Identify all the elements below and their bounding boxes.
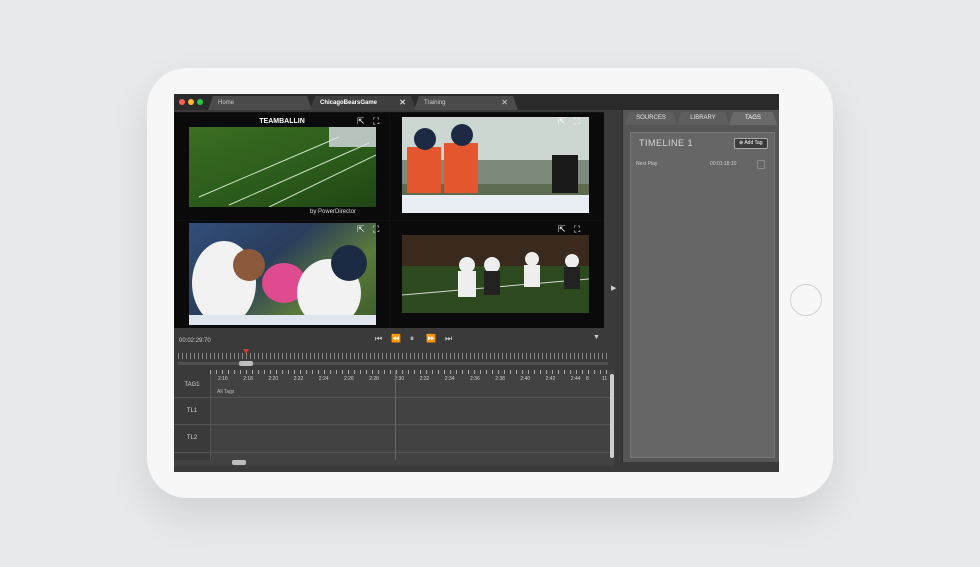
- popout-icon[interactable]: ⇱: [357, 224, 365, 235]
- minimize-window-icon[interactable]: [188, 99, 194, 105]
- tick-ruler: [210, 370, 608, 374]
- tick-label: 2:18: [243, 376, 253, 382]
- tick-label: 11: [602, 376, 608, 382]
- tick-label: 2:36: [470, 376, 480, 382]
- tag-name[interactable]: Next Play: [636, 161, 657, 167]
- video-cell-1[interactable]: TEAMBALLIN by PowerDirector ⇱ ⛶: [175, 113, 389, 220]
- players-graphic: [189, 241, 376, 325]
- tick-label: 2:28: [369, 376, 379, 382]
- popout-icon[interactable]: ⇱: [357, 116, 365, 127]
- zoom-handle[interactable]: [239, 361, 253, 366]
- tab-label: ChicagoBearsGame: [320, 100, 378, 106]
- tick-label: 8: [586, 376, 589, 382]
- timeline-title: TIMELINE 1: [639, 138, 694, 148]
- tick-label: 2:20: [268, 376, 279, 382]
- track-label-tag1: TAG1: [184, 382, 200, 388]
- tick-label: 2:26: [344, 376, 354, 382]
- video-frame: [402, 235, 589, 313]
- players-graphic: [402, 252, 589, 297]
- tab-label: Training: [424, 100, 446, 106]
- skip-forward-icon[interactable]: ⏭: [445, 334, 452, 344]
- tick-label: 2:22: [293, 376, 304, 382]
- credit-prefix: by: [310, 209, 317, 215]
- tick-label: 2:38: [495, 376, 505, 382]
- tick-label: 2:16: [218, 376, 228, 382]
- tick-label: 2:32: [419, 376, 430, 382]
- video-grid: TEAMBALLIN by PowerDirector ⇱ ⛶ ⇱ ⛶ ⇱ ⛶ …: [174, 112, 604, 328]
- video-cell-4[interactable]: ⇱ ⛶: [390, 221, 604, 328]
- fullscreen-icon[interactable]: ⛶: [574, 116, 580, 127]
- tick-label: 2:40: [520, 376, 531, 382]
- tab-home[interactable]: Home: [208, 96, 312, 110]
- popout-icon[interactable]: ⇱: [558, 224, 566, 235]
- timeline-hscroll-handle[interactable]: [232, 460, 246, 465]
- video-overlay-credit: by PowerDirector: [310, 209, 356, 215]
- title-bar: Home ChicagoBearsGame ✕ Training ✕: [174, 94, 779, 110]
- video-frame: [189, 223, 376, 325]
- tick-label: 2:42: [545, 376, 556, 382]
- timeline-tracks: TAG1 All Tags TL1 TL2 2:16 2:18 2:20 2:22 2:…: [174, 370, 614, 466]
- maximize-window-icon[interactable]: [197, 99, 203, 105]
- tag-time: 00:01:18:10: [710, 161, 737, 167]
- tab-tags[interactable]: TAGS: [729, 112, 777, 125]
- fast-forward-icon[interactable]: ⏩: [426, 334, 436, 343]
- row-divider: [174, 397, 610, 398]
- fullscreen-icon[interactable]: ⛶: [373, 224, 379, 235]
- skip-back-icon[interactable]: ⏮: [375, 334, 382, 344]
- add-tag-label: Add Tag: [744, 140, 763, 146]
- row-divider: [174, 452, 610, 453]
- credit-name: PowerDirector: [318, 209, 357, 215]
- panel-collapse-icon[interactable]: ▶: [611, 284, 616, 292]
- tab-label: Home: [218, 100, 235, 106]
- playhead-marker[interactable]: [243, 349, 249, 354]
- plus-circle-icon: ⊕: [739, 140, 744, 146]
- rewind-icon[interactable]: ⏪: [391, 334, 401, 343]
- field-lines-graphic: [198, 127, 376, 207]
- tab-sources[interactable]: SOURCES: [625, 112, 677, 125]
- tab-chicagobearsgame[interactable]: ChicagoBearsGame ✕: [310, 96, 416, 110]
- tick-label: 2:24: [318, 376, 329, 382]
- fullscreen-icon[interactable]: ⛶: [373, 116, 379, 127]
- tab-library[interactable]: LIBRARY: [677, 112, 729, 125]
- players-graphic: [402, 124, 589, 213]
- close-tab-icon[interactable]: ✕: [501, 96, 508, 110]
- tick-label: 2:44: [570, 376, 581, 382]
- home-button[interactable]: [790, 284, 822, 316]
- tab-training[interactable]: Training ✕: [414, 96, 518, 110]
- video-frame: [189, 127, 376, 207]
- add-tag-button[interactable]: ⊕ Add Tag: [734, 138, 768, 149]
- video-cell-2[interactable]: ⇱ ⛶: [390, 113, 604, 220]
- close-window-icon[interactable]: [179, 99, 185, 105]
- dropdown-icon[interactable]: ▼: [593, 334, 600, 341]
- track-label-tl2: TL2: [186, 435, 198, 441]
- video-cell-3[interactable]: ⇱ ⛶: [175, 221, 389, 328]
- row-divider: [174, 424, 610, 425]
- playhead-line: [395, 370, 396, 460]
- current-time: 00:02:29:70: [179, 338, 211, 344]
- close-tab-icon[interactable]: ✕: [399, 96, 406, 110]
- pause-icon[interactable]: ⏸: [410, 334, 414, 344]
- timeline-vscroll[interactable]: [610, 374, 614, 458]
- video-frame: [402, 117, 589, 213]
- track-label-tl1: TL1: [186, 408, 198, 414]
- app-screen: Home ChicagoBearsGame ✕ Training ✕ TEAMB…: [174, 94, 779, 472]
- tags-panel-box: TIMELINE 1 ⊕ Add Tag Next Play 00:01:18:…: [630, 132, 775, 458]
- delete-tag-icon[interactable]: [757, 160, 765, 169]
- popout-icon[interactable]: ⇱: [558, 116, 566, 127]
- track-sublabel: All Tags: [217, 389, 235, 395]
- fullscreen-icon[interactable]: ⛶: [574, 224, 580, 235]
- tick-label: 2:34: [444, 376, 455, 382]
- right-panel: SOURCES LIBRARY TAGS TIMELINE 1 ⊕ Add Ta…: [622, 110, 779, 462]
